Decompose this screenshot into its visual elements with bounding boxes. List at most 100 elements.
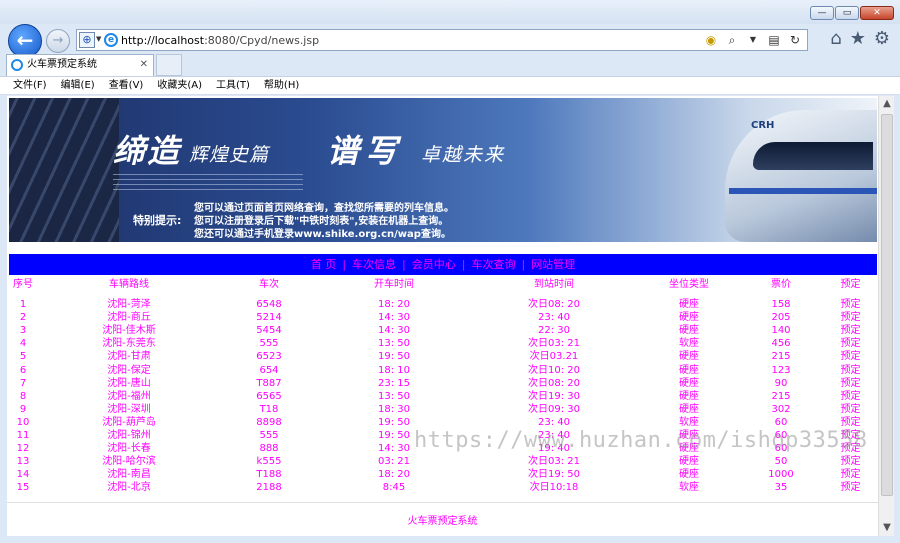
addon-icon[interactable]: ◉ [703, 32, 719, 48]
cell-depart: 13: 50 [378, 390, 410, 402]
page-footer: 火车票预定系统 [407, 516, 478, 527]
cell-book[interactable]: 预定 [823, 363, 878, 376]
broken-page-icon[interactable]: ▤ [766, 32, 782, 48]
cell-book[interactable]: 预定 [823, 377, 878, 390]
forward-button[interactable]: → [46, 29, 70, 53]
cell-depart: 18: 10 [378, 364, 410, 376]
scroll-thumb[interactable] [881, 114, 893, 496]
cell-book[interactable]: 预定 [823, 311, 878, 324]
col-header-depart: 开车时间 [374, 279, 414, 290]
cell-arrive: 次日09: 30 [528, 403, 580, 415]
cell-seat: 硬座 [679, 456, 699, 468]
nav-separator: | [342, 258, 347, 271]
cell-index: 1 [19, 299, 27, 311]
nav-member-center[interactable]: 会员中心 [412, 258, 456, 271]
cell-route: 沈阳-长春 [107, 443, 151, 455]
menu-tools[interactable]: 工具(T) [216, 77, 250, 94]
cell-index: 2 [19, 312, 27, 324]
cell-train-no: 6565 [256, 390, 282, 402]
cell-arrive: 23: 40 [538, 312, 570, 324]
banner-note-label: 特别提示: [133, 214, 182, 227]
nav-separator: | [461, 258, 466, 271]
cell-train-no: 654 [259, 364, 279, 376]
menu-edit[interactable]: 编辑(E) [61, 77, 95, 94]
address-bar[interactable]: ⊕ ▼ e http://localhost:8080/Cpyd/news.js… [76, 29, 808, 51]
col-header-book: 预定 [840, 279, 861, 290]
minimize-button[interactable]: — [810, 6, 834, 20]
cell-train-no: 8898 [256, 416, 282, 428]
table-row: 4 沈阳-东莞东 555 13: 50 次日03: 21 软座 456 预定 [7, 337, 878, 350]
col-header-train-no: 车次 [259, 279, 279, 290]
nav-train-info[interactable]: 车次信息 [352, 258, 396, 271]
cell-price: 158 [771, 299, 791, 311]
window-titlebar: — ▭ ✕ [0, 0, 900, 24]
cell-book[interactable]: 预定 [823, 416, 878, 429]
footer-divider [7, 502, 878, 503]
cell-book[interactable]: 预定 [823, 337, 878, 350]
cell-arrive: 次日03: 21 [528, 456, 580, 468]
cell-book[interactable]: 预定 [823, 455, 878, 468]
cell-train-no: T887 [256, 377, 282, 389]
cell-price: 1000 [768, 469, 794, 481]
cell-route: 沈阳-菏泽 [107, 299, 151, 311]
nav-home[interactable]: 首 页 [311, 258, 337, 271]
menu-view[interactable]: 查看(V) [109, 77, 144, 94]
cell-depart: 19: 50 [378, 416, 410, 428]
new-tab-button[interactable] [156, 54, 182, 76]
tab-title: 火车票预定系统 [27, 59, 97, 70]
cell-book[interactable]: 预定 [823, 481, 878, 494]
search-icon[interactable]: ⌕ [724, 32, 740, 48]
cell-book[interactable]: 预定 [823, 468, 878, 481]
close-window-button[interactable]: ✕ [860, 6, 894, 20]
scroll-up-icon[interactable]: ▲ [879, 96, 895, 112]
cell-depart: 18: 20 [378, 299, 410, 311]
bullet-train-image: CRH [725, 110, 877, 242]
scroll-down-icon[interactable]: ▼ [879, 520, 895, 536]
cell-book[interactable]: 预定 [823, 324, 878, 337]
close-tab-icon[interactable]: ✕ [140, 55, 148, 75]
menu-file[interactable]: 文件(F) [13, 77, 47, 94]
address-url[interactable]: http://localhost:8080/Cpyd/news.jsp [121, 34, 319, 47]
cell-book[interactable]: 预定 [823, 350, 878, 363]
maximize-button[interactable]: ▭ [835, 6, 859, 20]
cell-train-no: 6523 [256, 351, 282, 363]
cell-route: 沈阳-北京 [107, 482, 151, 494]
menu-favorites[interactable]: 收藏夹(A) [157, 77, 202, 94]
table-row: 3 沈阳-佳木斯 5454 14: 30 22: 30 硬座 140 预定 [7, 324, 878, 337]
banner-slogan-b: 谱写 [327, 132, 404, 170]
banner-note-line-3: 您还可以通过手机登录www.shike.org.cn/wap查询。 [194, 229, 451, 240]
cell-route: 沈阳-甘肃 [107, 351, 151, 363]
cell-book[interactable]: 预定 [823, 390, 878, 403]
cell-arrive: 次日19: 50 [528, 469, 580, 481]
gear-icon[interactable]: ⚙ [874, 28, 890, 49]
nav-separator: | [521, 258, 526, 271]
home-icon[interactable]: ⌂ [830, 28, 841, 49]
favorites-star-icon[interactable]: ★ [850, 28, 866, 49]
ie-tab-icon [11, 59, 23, 71]
watermark-text: https://www.huzhan.com/ishop33558 [414, 428, 868, 453]
search-dropdown-icon[interactable]: ▼ [745, 32, 761, 48]
cell-train-no: 888 [259, 443, 279, 455]
cell-book[interactable]: 预定 [823, 403, 878, 416]
table-row: 2 沈阳-商丘 5214 14: 30 23: 40 硬座 205 预定 [7, 311, 878, 324]
cell-index: 4 [19, 338, 27, 350]
vertical-scrollbar[interactable]: ▲ ▼ [878, 96, 894, 536]
chevron-down-icon[interactable]: ▼ [96, 35, 101, 43]
tab-active[interactable]: 火车票预定系统 ✕ [6, 54, 154, 76]
banner-slogan-a: 缔造 [113, 132, 182, 170]
cell-book[interactable]: 预定 [823, 298, 878, 311]
nav-train-search[interactable]: 车次查询 [471, 258, 515, 271]
cell-train-no: 5214 [256, 312, 282, 324]
cell-arrive: 次日10: 20 [528, 364, 580, 376]
menu-help[interactable]: 帮助(H) [264, 77, 299, 94]
back-button[interactable]: ← [8, 24, 42, 58]
cell-route: 沈阳-深圳 [107, 403, 151, 415]
cell-train-no: 555 [259, 429, 279, 441]
cell-depart: 14: 30 [378, 325, 410, 337]
compat-view-icon[interactable]: ⊕ [79, 32, 95, 48]
cell-route: 沈阳-商丘 [107, 312, 151, 324]
cell-price: 456 [771, 338, 791, 350]
nav-site-admin[interactable]: 网站管理 [531, 258, 575, 271]
refresh-icon[interactable]: ↻ [787, 32, 803, 48]
cell-seat: 硬座 [679, 351, 699, 363]
